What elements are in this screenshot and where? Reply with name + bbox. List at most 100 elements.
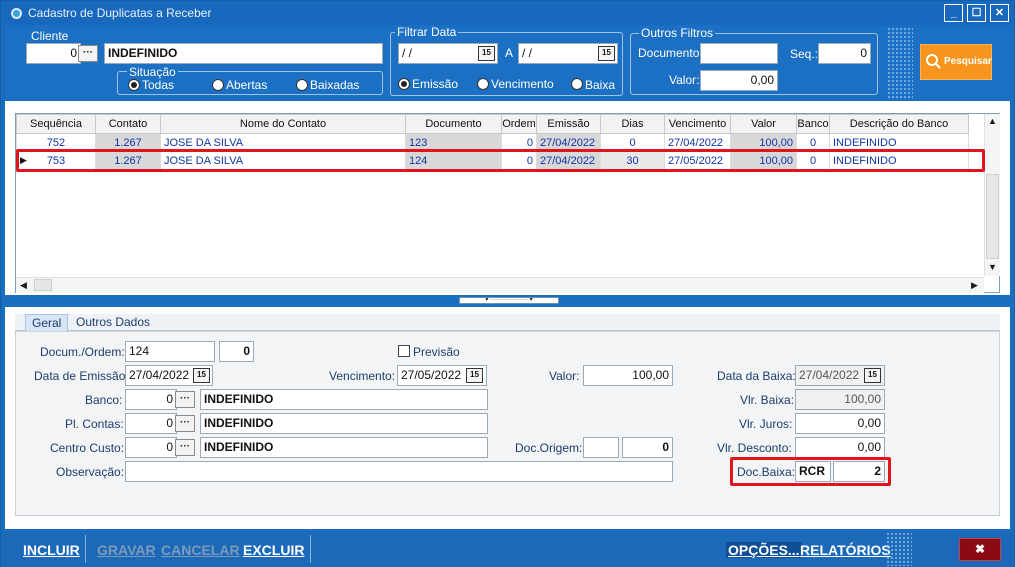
doc-baixa-code-input[interactable]: RCR xyxy=(795,461,831,482)
banco-code-input[interactable]: 0 xyxy=(125,389,177,410)
doc-origem-a-input[interactable] xyxy=(583,437,619,458)
column-header[interactable]: Emissão xyxy=(536,114,601,134)
column-header[interactable]: Contato xyxy=(95,114,161,134)
column-header[interactable]: Valor xyxy=(730,114,797,134)
seq-input[interactable]: 0 xyxy=(818,43,871,64)
plcontas-name-input[interactable]: INDEFINIDO xyxy=(200,413,488,434)
scroll-right-icon[interactable]: ▶ xyxy=(971,280,978,291)
cliente-code-input[interactable]: 0 xyxy=(26,43,81,64)
column-header[interactable]: Descrição do Banco xyxy=(829,114,969,134)
doc-origem-b-input[interactable]: 0 xyxy=(622,437,673,458)
data-baixa-label: Data da Baixa: xyxy=(717,369,796,383)
vlr-juros-input[interactable]: 0,00 xyxy=(795,413,885,434)
gravar-button[interactable]: GRAVAR xyxy=(97,542,156,558)
column-header[interactable]: Vencimento xyxy=(664,114,731,134)
banco-name-input[interactable]: INDEFINIDO xyxy=(200,389,488,410)
vlr-baixa-input[interactable]: 100,00 xyxy=(795,389,885,410)
calendar-icon[interactable]: 15 xyxy=(598,46,615,61)
calendar-icon[interactable]: 15 xyxy=(864,368,881,383)
close-window-button[interactable]: ✕ xyxy=(990,4,1009,22)
vlr-desconto-label: Vlr. Desconto: xyxy=(717,441,792,455)
column-header[interactable]: Nome do Contato xyxy=(160,114,406,134)
table-cell: 100,00 xyxy=(730,151,797,170)
vlr-desconto-input[interactable]: 0,00 xyxy=(795,437,885,458)
table-cell: 752 xyxy=(16,133,96,152)
column-header[interactable]: Sequência xyxy=(16,114,96,134)
banco-label: Banco: xyxy=(85,393,123,407)
valor-filter-input[interactable]: 0,00 xyxy=(700,70,778,91)
ccusto-code-input[interactable]: 0 xyxy=(125,437,177,458)
emissao-label: Data de Emissão: xyxy=(34,369,129,383)
pesquisar-button[interactable]: Pesquisar xyxy=(920,44,992,80)
column-header[interactable]: Banco xyxy=(796,114,830,134)
table-cell: 27/05/2022 xyxy=(664,151,731,170)
cliente-name-input[interactable]: INDEFINIDO xyxy=(104,43,383,64)
close-button[interactable]: ✖ xyxy=(959,538,1001,561)
previsao-checkbox[interactable] xyxy=(398,345,410,357)
previsao-label: Previsão xyxy=(413,345,460,359)
maximize-button[interactable]: ☐ xyxy=(967,4,986,22)
table-cell: 1.267 xyxy=(95,133,161,152)
plcontas-code-input[interactable]: 0 xyxy=(125,413,177,434)
table-row-selected[interactable]: ▶ 753 1.267 JOSE DA SILVA 124 0 27/04/202… xyxy=(16,151,969,170)
doc-baixa-label: Doc.Baixa: xyxy=(737,465,796,479)
calendar-icon[interactable]: 15 xyxy=(193,368,210,383)
duplicatas-grid[interactable]: Sequência Contato Nome do Contato Docume… xyxy=(15,113,1000,293)
scroll-left-icon[interactable]: ◀ xyxy=(20,280,27,291)
data-emissao-label: Emissão xyxy=(412,77,459,91)
table-cell: INDEFINIDO xyxy=(829,151,969,170)
opcoes-button[interactable]: OPÇÕES... xyxy=(726,542,802,558)
vertical-scrollbar[interactable]: ▲ ▼ xyxy=(984,114,1000,276)
valor-label: Valor: xyxy=(549,369,580,383)
tab-outros-dados[interactable]: Outros Dados xyxy=(70,314,156,331)
relatorios-button[interactable]: RELATÓRIOS xyxy=(800,542,891,558)
column-header[interactable]: Dias xyxy=(600,114,665,134)
ccusto-name-input[interactable]: INDEFINIDO xyxy=(200,437,488,458)
incluir-button[interactable]: INCLUIR xyxy=(23,542,80,558)
excluir-button[interactable]: EXCLUIR xyxy=(243,542,304,558)
situacao-baixadas-radio[interactable] xyxy=(296,79,308,91)
window-title: Cadastro de Duplicatas a Receber xyxy=(28,6,212,20)
table-cell: JOSE DA SILVA xyxy=(160,151,406,170)
doc-baixa-num-input[interactable]: 2 xyxy=(833,461,885,482)
title-bar: Cadastro de Duplicatas a Receber _ ☐ ✕ xyxy=(1,1,1014,25)
valor-input[interactable]: 100,00 xyxy=(583,365,673,386)
table-cell: 0 xyxy=(501,133,537,152)
observacao-input[interactable] xyxy=(125,461,673,482)
docum-label: Docum./Ordem: xyxy=(40,345,125,359)
cliente-lookup-button[interactable]: ··· xyxy=(78,45,98,62)
column-header[interactable]: Ordem xyxy=(501,114,537,134)
calendar-icon[interactable]: 15 xyxy=(466,368,483,383)
documento-input[interactable] xyxy=(700,43,778,64)
minimize-button[interactable]: _ xyxy=(944,4,963,22)
data-baixa-radio[interactable] xyxy=(571,78,583,90)
cancelar-button[interactable]: CANCELAR xyxy=(161,542,240,558)
pesquisar-label: Pesquisar xyxy=(944,56,992,67)
row-indicator-icon: ▶ xyxy=(20,155,27,165)
plcontas-label: Pl. Contas: xyxy=(65,417,124,431)
banco-lookup-button[interactable]: ··· xyxy=(175,391,195,408)
toolbar-divider xyxy=(310,535,311,563)
tab-geral[interactable]: Geral xyxy=(25,314,69,331)
horizontal-scrollbar[interactable]: ◀ ▶ xyxy=(16,277,984,293)
scroll-thumb[interactable] xyxy=(986,174,999,259)
decorative-dots xyxy=(887,27,913,99)
calendar-icon[interactable]: 15 xyxy=(478,46,495,61)
table-row[interactable]: 752 1.267 JOSE DA SILVA 123 0 27/04/2022… xyxy=(16,133,969,152)
filtrar-data-label: Filtrar Data xyxy=(395,25,459,39)
situacao-todas-radio[interactable] xyxy=(128,79,140,91)
outros-filtros-label: Outros Filtros xyxy=(639,26,716,40)
data-vencimento-radio[interactable] xyxy=(477,78,489,90)
data-emissao-radio[interactable] xyxy=(398,78,410,90)
column-header[interactable]: Documento xyxy=(405,114,502,134)
ordem-input[interactable]: 0 xyxy=(219,341,254,362)
situacao-abertas-radio[interactable] xyxy=(212,79,224,91)
scroll-up-icon[interactable]: ▲ xyxy=(988,116,997,126)
scroll-down-icon[interactable]: ▼ xyxy=(988,262,997,272)
table-cell: 0 xyxy=(796,151,830,170)
hscroll-thumb[interactable] xyxy=(34,279,52,291)
splitter-handle[interactable]: ▾ ··················· ▾ xyxy=(459,297,559,304)
plcontas-lookup-button[interactable]: ··· xyxy=(175,415,195,432)
docum-input[interactable]: 124 xyxy=(125,341,215,362)
ccusto-lookup-button[interactable]: ··· xyxy=(175,439,195,456)
